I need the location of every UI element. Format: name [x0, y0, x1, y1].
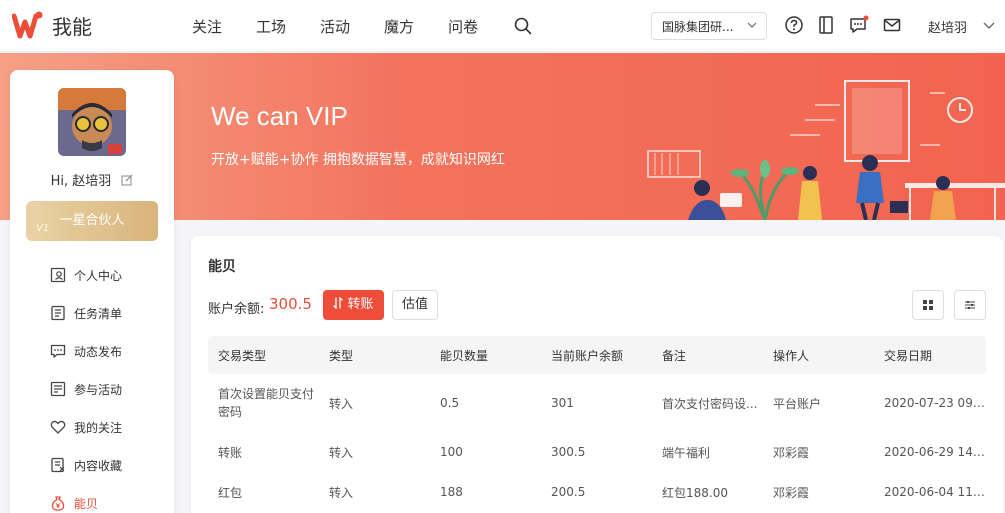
balance-value: 300.5	[269, 295, 312, 313]
top-navbar: 我能 关注 工场 活动 魔方 问卷 国脉集团研... 赵培羽	[0, 0, 1005, 52]
table-row: 首次设置能贝支付密码 转入 0.5 301 首次支付密码设... 平台账户 20…	[208, 374, 986, 432]
mail-icon[interactable]	[882, 15, 902, 35]
avatar[interactable]	[58, 88, 126, 156]
banner-illustration	[647, 80, 1005, 220]
grid-view-button[interactable]	[912, 290, 944, 320]
sidebar-item-coins[interactable]: 能贝	[10, 484, 174, 513]
filter-button[interactable]	[954, 290, 986, 320]
sidebar-item-tasks[interactable]: 任务清单	[10, 294, 174, 332]
table-cell: 转入	[329, 396, 354, 411]
sidebar-item-label: 任务清单	[74, 306, 123, 321]
profile-icon	[50, 267, 66, 283]
transfer-icon	[333, 296, 344, 310]
profile-sidebar: Hi, 赵培羽 V1 一星合伙人 个人中心 任务清单 动态发布 参与活动 我的关…	[10, 70, 174, 513]
column-header: 交易类型	[208, 336, 319, 374]
task-list-icon	[51, 305, 65, 321]
table-row: 红包 转入 188 200.5 红包188.00 邓彩霞 2020-06-04 …	[208, 472, 986, 512]
table-cell: 邓彩霞	[773, 445, 810, 460]
table-cell: 300.5	[551, 445, 586, 459]
table-cell: 红包	[218, 485, 243, 500]
nav-item-activity[interactable]: 活动	[320, 16, 350, 37]
org-select[interactable]: 国脉集团研...	[651, 12, 767, 40]
column-header: 备注	[652, 336, 763, 374]
sidebar-item-label: 动态发布	[74, 344, 123, 359]
table-cell: 转入	[329, 445, 354, 460]
sidebar-item-posts[interactable]: 动态发布	[10, 332, 174, 370]
table-cell: 转入	[329, 485, 354, 500]
level-badge: V1	[36, 223, 50, 234]
activity-icon	[50, 381, 66, 397]
greeting: Hi, 赵培羽	[10, 170, 174, 189]
sidebar-item-label: 我的关注	[74, 420, 123, 435]
nav-item-cube[interactable]: 魔方	[384, 16, 414, 37]
org-select-value: 国脉集团研...	[662, 20, 734, 34]
chevron-down-icon[interactable]	[983, 20, 995, 30]
column-header: 当前账户余额	[541, 336, 652, 374]
nav-item-workshop[interactable]: 工场	[256, 16, 286, 37]
heart-icon	[50, 420, 66, 434]
book-icon[interactable]	[816, 15, 836, 35]
table-cell: 301	[551, 396, 574, 410]
column-header: 交易日期	[874, 336, 986, 374]
sidebar-item-label: 个人中心	[74, 268, 123, 283]
chevron-down-icon	[747, 22, 757, 28]
banner-subtitle: 开放+赋能+协作 拥抱数据智慧，成就知识网红	[211, 152, 505, 168]
sidebar-item-label: 能贝	[74, 496, 99, 511]
transfer-button[interactable]: 转账	[323, 290, 384, 320]
sidebar-item-following[interactable]: 我的关注	[10, 408, 174, 446]
table-cell: 2020-06-29 14:...	[884, 445, 986, 459]
partner-level-badge[interactable]: V1 一星合伙人	[26, 201, 158, 241]
greeting-text: Hi, 赵培羽	[50, 174, 112, 189]
table-cell: 2020-06-04 11:...	[884, 485, 986, 499]
sidebar-item-label: 参与活动	[74, 382, 123, 397]
search-icon[interactable]	[514, 17, 532, 35]
nav-item-follow[interactable]: 关注	[192, 16, 222, 37]
table-cell: 2020-07-23 09:...	[884, 396, 986, 410]
table-cell: 转账	[218, 445, 243, 460]
help-icon[interactable]	[784, 15, 804, 35]
transfer-label: 转账	[347, 297, 374, 312]
sidebar-item-profile[interactable]: 个人中心	[10, 256, 174, 294]
post-icon	[50, 344, 66, 358]
table-cell: 端午福利	[662, 445, 711, 460]
column-header: 操作人	[763, 336, 874, 374]
table-cell: 200.5	[551, 485, 586, 499]
collection-icon	[51, 457, 65, 473]
column-header: 能贝数量	[430, 336, 541, 374]
coins-panel: 能贝 账户余额: 300.5 转账 估值 交易类型 类型 能贝数量 当前账户余额…	[191, 236, 1003, 513]
table-row: 转账 转入 100 300.5 端午福利 邓彩霞 2020-06-29 14:.…	[208, 432, 986, 472]
transactions-table: 交易类型 类型 能贝数量 当前账户余额 备注 操作人 交易日期 首次设置能贝支付…	[208, 336, 986, 512]
sidebar-item-label: 内容收藏	[74, 458, 123, 473]
table-cell: 红包188.00	[662, 485, 728, 500]
banner-title: We can VIP	[211, 101, 348, 131]
table-cell: 首次设置能贝支付密码	[218, 387, 315, 419]
app-logo[interactable]: 我能	[12, 10, 92, 40]
table-cell: 100	[440, 445, 463, 459]
sidebar-item-collections[interactable]: 内容收藏	[10, 446, 174, 484]
edit-icon[interactable]	[121, 174, 133, 186]
main-nav: 关注 工场 活动 魔方 问卷	[192, 0, 532, 52]
logo-icon	[12, 11, 43, 39]
table-cell: 0.5	[440, 396, 460, 410]
message-icon[interactable]	[849, 15, 869, 35]
grid-icon	[923, 300, 933, 310]
column-header: 类型	[319, 336, 430, 374]
user-name[interactable]: 赵培羽	[928, 17, 967, 36]
estimate-button[interactable]: 估值	[392, 290, 438, 320]
table-cell: 首次支付密码设...	[662, 396, 758, 411]
table-header-row: 交易类型 类型 能贝数量 当前账户余额 备注 操作人 交易日期	[208, 336, 986, 374]
filter-icon	[965, 301, 975, 309]
table-cell: 平台账户	[773, 396, 822, 411]
table-cell: 188	[440, 485, 463, 499]
coin-bag-icon	[51, 496, 65, 511]
balance-label: 账户余额:	[208, 302, 265, 317]
table-cell: 邓彩霞	[773, 485, 810, 500]
app-name: 我能	[52, 14, 92, 39]
nav-item-survey[interactable]: 问卷	[448, 16, 478, 37]
sidebar-item-activities[interactable]: 参与活动	[10, 370, 174, 408]
sidebar-menu: 个人中心 任务清单 动态发布 参与活动 我的关注 内容收藏 能贝	[10, 256, 174, 513]
page-title: 能贝	[208, 259, 236, 275]
partner-level-label: 一星合伙人	[59, 213, 125, 228]
